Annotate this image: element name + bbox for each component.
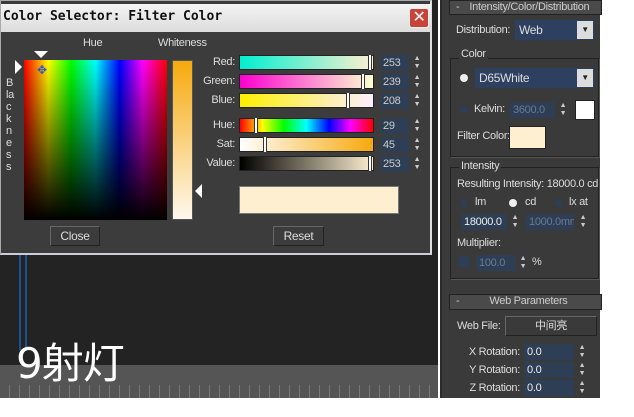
multiplier-label: Multiplier: bbox=[457, 237, 501, 249]
intensity-group-title: Intensity bbox=[459, 160, 502, 172]
red-label: Red: bbox=[212, 56, 235, 68]
rotation-field[interactable]: 0.0 bbox=[524, 362, 574, 378]
hue-slider[interactable] bbox=[239, 118, 374, 133]
distance-field[interactable]: 1000.0mm bbox=[526, 214, 574, 230]
distribution-label: Distribution: bbox=[456, 24, 511, 36]
green-label: Green: bbox=[203, 75, 235, 87]
reset-button[interactable]: Reset bbox=[273, 226, 324, 246]
rotation-spinner[interactable]: ▲ ▼ bbox=[578, 380, 586, 396]
sat-spinner[interactable]: ▲ ▼ bbox=[413, 137, 421, 153]
color-selector-dialog: Color Selector: Filter Color ✕ Hue White… bbox=[0, 0, 432, 255]
cd-label: cd bbox=[525, 196, 537, 208]
whiteness-marker-icon[interactable] bbox=[195, 184, 202, 198]
blackness-label: Blackness bbox=[6, 77, 14, 173]
lm-label: lm bbox=[475, 196, 487, 208]
blackness-marker-icon[interactable] bbox=[15, 60, 22, 74]
whiteness-label: Whiteness bbox=[158, 37, 207, 49]
value-field[interactable]: 253 bbox=[381, 156, 409, 172]
green-spinner[interactable]: ▲ ▼ bbox=[413, 74, 421, 90]
hue-field[interactable]: 29 bbox=[381, 118, 409, 134]
color-group-title: Color bbox=[459, 48, 488, 60]
web-file-label: Web File: bbox=[457, 320, 501, 332]
value-slider[interactable] bbox=[239, 156, 374, 171]
lx-radio[interactable] bbox=[555, 199, 563, 207]
hue-label: Hue: bbox=[212, 119, 235, 131]
slider-thumb[interactable] bbox=[368, 55, 372, 70]
collapse-icon: - bbox=[456, 1, 460, 13]
kelvin-label: Kelvin: bbox=[474, 103, 505, 115]
red-slider[interactable] bbox=[239, 55, 374, 70]
hue-spinner[interactable]: ▲ ▼ bbox=[413, 118, 421, 134]
rotation-spinner[interactable]: ▲ ▼ bbox=[578, 344, 586, 360]
sat-label: Sat: bbox=[216, 138, 236, 150]
rotation-label: X Rotation: bbox=[468, 346, 520, 358]
multiplier-spinner[interactable]: ▲ ▼ bbox=[519, 255, 527, 271]
lx-label: lx at bbox=[569, 196, 588, 208]
section-header-web[interactable]: - Web Parameters bbox=[449, 294, 602, 310]
crosshair-icon: ✥ bbox=[37, 63, 47, 77]
kelvin-field[interactable]: 3600.0 bbox=[510, 102, 555, 118]
blue-label: Blue: bbox=[211, 94, 235, 106]
close-button[interactable]: Close bbox=[50, 226, 100, 246]
dropdown-value: D65White bbox=[479, 71, 530, 85]
green-slider[interactable] bbox=[239, 74, 374, 89]
multiplier-checkbox[interactable] bbox=[458, 256, 469, 267]
filter-color-swatch[interactable] bbox=[509, 126, 546, 149]
sat-field[interactable]: 45 bbox=[381, 137, 409, 153]
slider-thumb[interactable] bbox=[361, 74, 365, 89]
overlay-caption: 9射灯 bbox=[16, 339, 125, 388]
red-spinner[interactable]: ▲ ▼ bbox=[413, 55, 421, 71]
blue-slider[interactable] bbox=[239, 93, 374, 108]
light-properties-panel: - Intensity/Color/Distribution Distributi… bbox=[440, 0, 602, 398]
filter-color-label: Filter Color: bbox=[457, 130, 510, 142]
hue-blackness-field[interactable] bbox=[24, 60, 167, 220]
distance-spinner[interactable]: ▲ ▼ bbox=[579, 214, 587, 230]
web-file-button[interactable]: 中间亮 bbox=[505, 316, 597, 336]
rotation-field[interactable]: 0.0 bbox=[524, 344, 574, 360]
hue-marker-icon[interactable] bbox=[34, 51, 48, 58]
section-title: Web Parameters bbox=[489, 295, 568, 307]
collapse-icon: - bbox=[456, 295, 460, 307]
lm-radio[interactable] bbox=[460, 199, 468, 207]
section-title: Intensity/Color/Distribution bbox=[469, 1, 590, 13]
kelvin-color-swatch[interactable] bbox=[575, 100, 595, 120]
distribution-dropdown[interactable]: Web ▼ bbox=[515, 20, 594, 40]
sat-slider[interactable] bbox=[239, 137, 374, 152]
blue-field[interactable]: 208 bbox=[381, 93, 409, 109]
cd-radio[interactable] bbox=[509, 199, 517, 207]
slider-thumb[interactable] bbox=[254, 118, 258, 133]
rotation-field[interactable]: 0.0 bbox=[524, 380, 574, 396]
rotation-label: Y Rotation: bbox=[469, 364, 520, 376]
percent-label: % bbox=[532, 256, 542, 268]
green-field[interactable]: 239 bbox=[381, 74, 409, 90]
preset-radio[interactable] bbox=[460, 74, 468, 82]
hue-label: Hue bbox=[83, 37, 103, 49]
rotation-label: Z Rotation: bbox=[469, 382, 520, 394]
value-label: Value: bbox=[206, 157, 235, 169]
value-spinner[interactable]: ▲ ▼ bbox=[413, 156, 421, 172]
chevron-down-icon[interactable]: ▼ bbox=[577, 69, 593, 87]
rotation-spinner[interactable]: ▲ ▼ bbox=[578, 362, 586, 378]
kelvin-spinner[interactable]: ▲ ▼ bbox=[559, 102, 567, 118]
multiplier-field[interactable]: 100.0 bbox=[476, 255, 516, 271]
intensity-field[interactable]: 18000.0 bbox=[461, 214, 507, 230]
red-field[interactable]: 253 bbox=[381, 55, 409, 71]
dropdown-value: Web bbox=[519, 23, 543, 37]
chevron-down-icon[interactable]: ▼ bbox=[577, 21, 593, 39]
slider-thumb[interactable] bbox=[368, 156, 372, 171]
intensity-spinner[interactable]: ▲ ▼ bbox=[511, 214, 519, 230]
color-preview-swatch bbox=[239, 186, 399, 214]
close-x-icon[interactable]: ✕ bbox=[409, 8, 429, 28]
kelvin-radio[interactable] bbox=[460, 106, 468, 114]
slider-thumb[interactable] bbox=[263, 137, 267, 152]
slider-thumb[interactable] bbox=[346, 93, 350, 108]
color-preset-dropdown[interactable]: D65White ▼ bbox=[475, 68, 594, 88]
dialog-title: Color Selector: Filter Color bbox=[3, 9, 223, 24]
resulting-intensity: Resulting Intensity: 18000.0 cd bbox=[457, 178, 599, 190]
section-header-intensity[interactable]: - Intensity/Color/Distribution bbox=[449, 0, 602, 15]
blue-spinner[interactable]: ▲ ▼ bbox=[413, 93, 421, 109]
